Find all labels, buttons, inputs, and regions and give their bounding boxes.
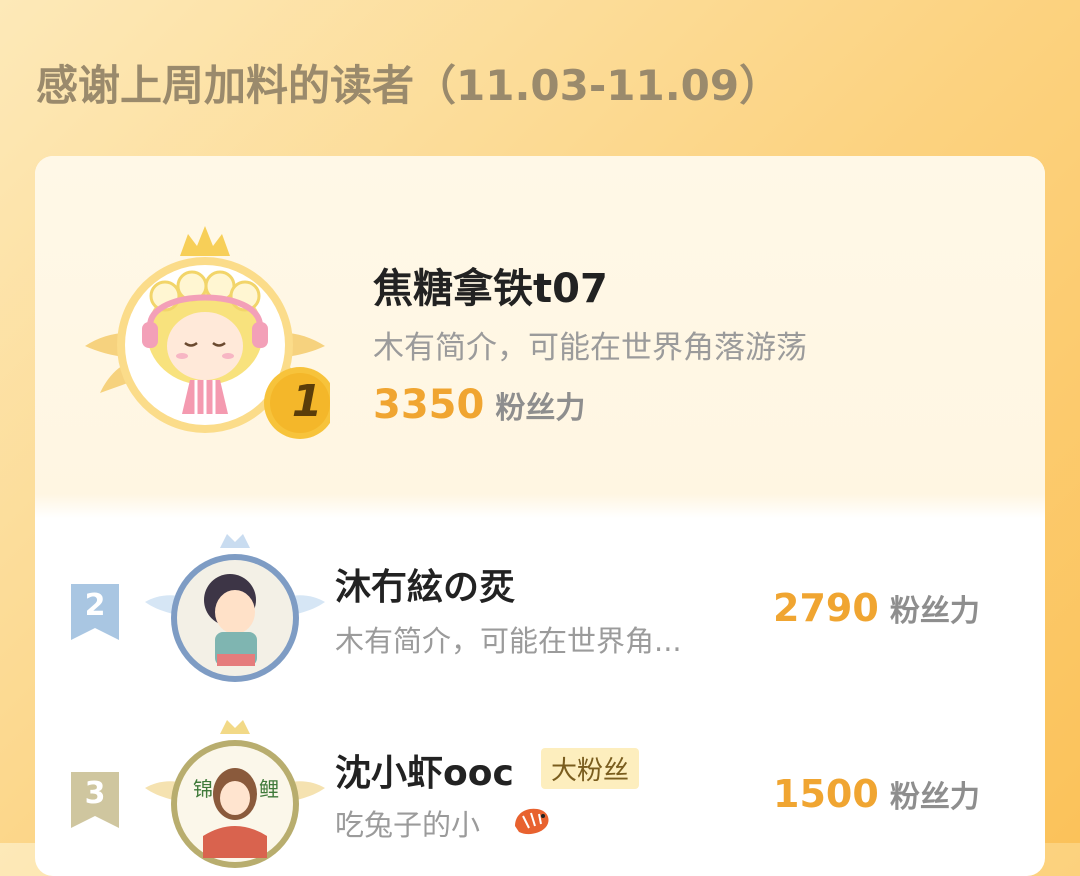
reader-score-row: 2790 粉丝力 <box>773 586 980 630</box>
reader-name[interactable]: 沈小虾ooc <box>335 744 514 796</box>
page-title: 感谢上周加料的读者（11.03-11.09） <box>36 61 782 110</box>
svg-text:锦: 锦 <box>193 777 213 801</box>
reader-bio: 木有简介，可能在世界角... <box>335 624 682 658</box>
reader-score-unit: 粉丝力 <box>889 594 980 629</box>
rank-number-2: 2 <box>84 588 106 623</box>
reader-score-row: 1500 粉丝力 <box>773 772 980 816</box>
crown-icon <box>220 534 250 548</box>
reader-score: 1500 <box>773 772 879 816</box>
fan-badge: 大粉丝 <box>541 748 640 789</box>
reader-avatar-3[interactable]: 锦 鲤 <box>145 716 325 876</box>
reader-name[interactable]: 沐冇絃の烎 <box>335 558 515 610</box>
shrimp-icon <box>515 808 549 835</box>
reader-score: 2790 <box>773 586 879 630</box>
leaderboard-card: 1 焦糖拿铁t07 木有简介，可能在世界角落游荡 3350 粉丝力 2 沐冇絃の… <box>35 156 1045 876</box>
top-reader-score: 3350 <box>373 382 485 428</box>
reader-avatar-2[interactable] <box>145 530 325 690</box>
rank-medal-1: 1 <box>291 376 323 427</box>
top-reader-bio: 木有简介，可能在世界角落游荡 <box>373 330 807 366</box>
rank-number-3: 3 <box>84 776 106 811</box>
crown-icon <box>180 226 230 256</box>
top-reader-score-unit: 粉丝力 <box>495 391 586 426</box>
crown-icon <box>220 720 250 734</box>
svg-text:鲤: 鲤 <box>259 777 279 801</box>
reader-bio: 吃兔子的小 <box>335 808 481 842</box>
list-item[interactable]: 2 沐冇絃の烎 木有简介，可能在世界角... 2790 粉丝力 <box>35 518 1045 690</box>
list-item[interactable]: 3 锦 鲤 沈小虾ooc 大粉丝 吃兔子的小 1500 粉丝力 <box>35 706 1045 876</box>
top-reader-name[interactable]: 焦糖拿铁t07 <box>373 256 608 314</box>
reader-score-unit: 粉丝力 <box>889 780 980 815</box>
top-reader-section[interactable]: 1 焦糖拿铁t07 木有简介，可能在世界角落游荡 3350 粉丝力 <box>35 156 1045 518</box>
top-reader-score-row: 3350 粉丝力 <box>373 382 585 428</box>
